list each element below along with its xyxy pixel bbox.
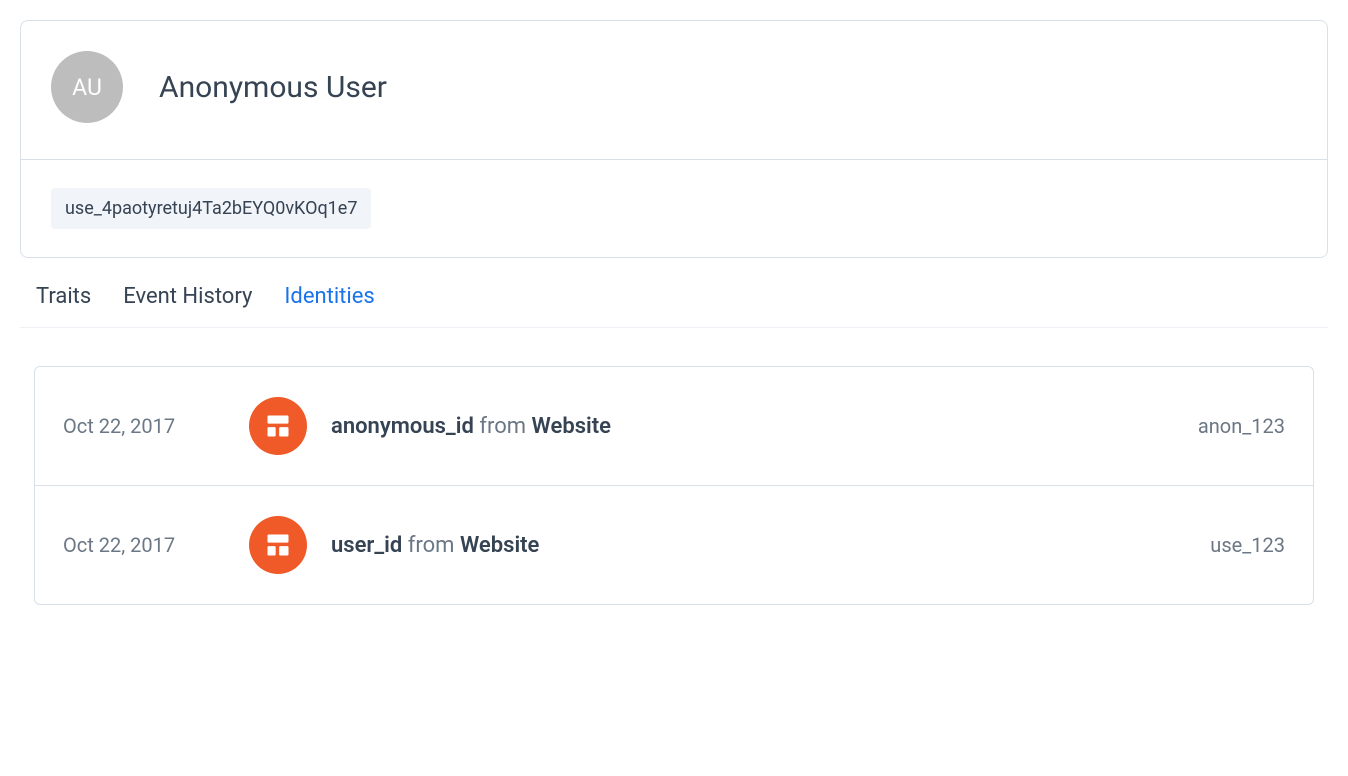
identities-table: Oct 22, 2017 anonymous_id from Website a… <box>34 366 1314 605</box>
identity-value: use_123 <box>1210 533 1285 557</box>
from-label: from <box>408 533 455 558</box>
user-card: AU Anonymous User use_4paotyretuj4Ta2bEY… <box>20 20 1328 258</box>
identity-source: Website <box>532 414 611 439</box>
identity-date: Oct 22, 2017 <box>63 414 249 438</box>
table-row[interactable]: Oct 22, 2017 user_id from Website use_12… <box>35 486 1313 604</box>
identity-date: Oct 22, 2017 <box>63 533 249 557</box>
table-row[interactable]: Oct 22, 2017 anonymous_id from Website a… <box>35 367 1313 486</box>
avatar-initials: AU <box>72 74 102 101</box>
tab-identities[interactable]: Identities <box>284 284 374 309</box>
identity-source: Website <box>460 533 539 558</box>
user-card-body: use_4paotyretuj4Ta2bEYQ0vKOq1e7 <box>21 160 1327 257</box>
from-label: from <box>479 414 526 439</box>
identity-value: anon_123 <box>1198 414 1285 438</box>
source-icon <box>249 516 307 574</box>
user-name: Anonymous User <box>159 70 387 105</box>
tab-event-history[interactable]: Event History <box>123 284 252 309</box>
identity-key: anonymous_id <box>331 414 474 439</box>
avatar: AU <box>51 51 123 123</box>
identity-description: user_id from Website <box>331 533 1210 558</box>
identity-description: anonymous_id from Website <box>331 414 1198 439</box>
tabs: Traits Event History Identities <box>20 264 1328 328</box>
identity-key: user_id <box>331 533 402 558</box>
source-icon <box>249 397 307 455</box>
user-card-header: AU Anonymous User <box>21 21 1327 160</box>
tab-traits[interactable]: Traits <box>36 284 91 309</box>
user-id-chip[interactable]: use_4paotyretuj4Ta2bEYQ0vKOq1e7 <box>51 188 371 229</box>
